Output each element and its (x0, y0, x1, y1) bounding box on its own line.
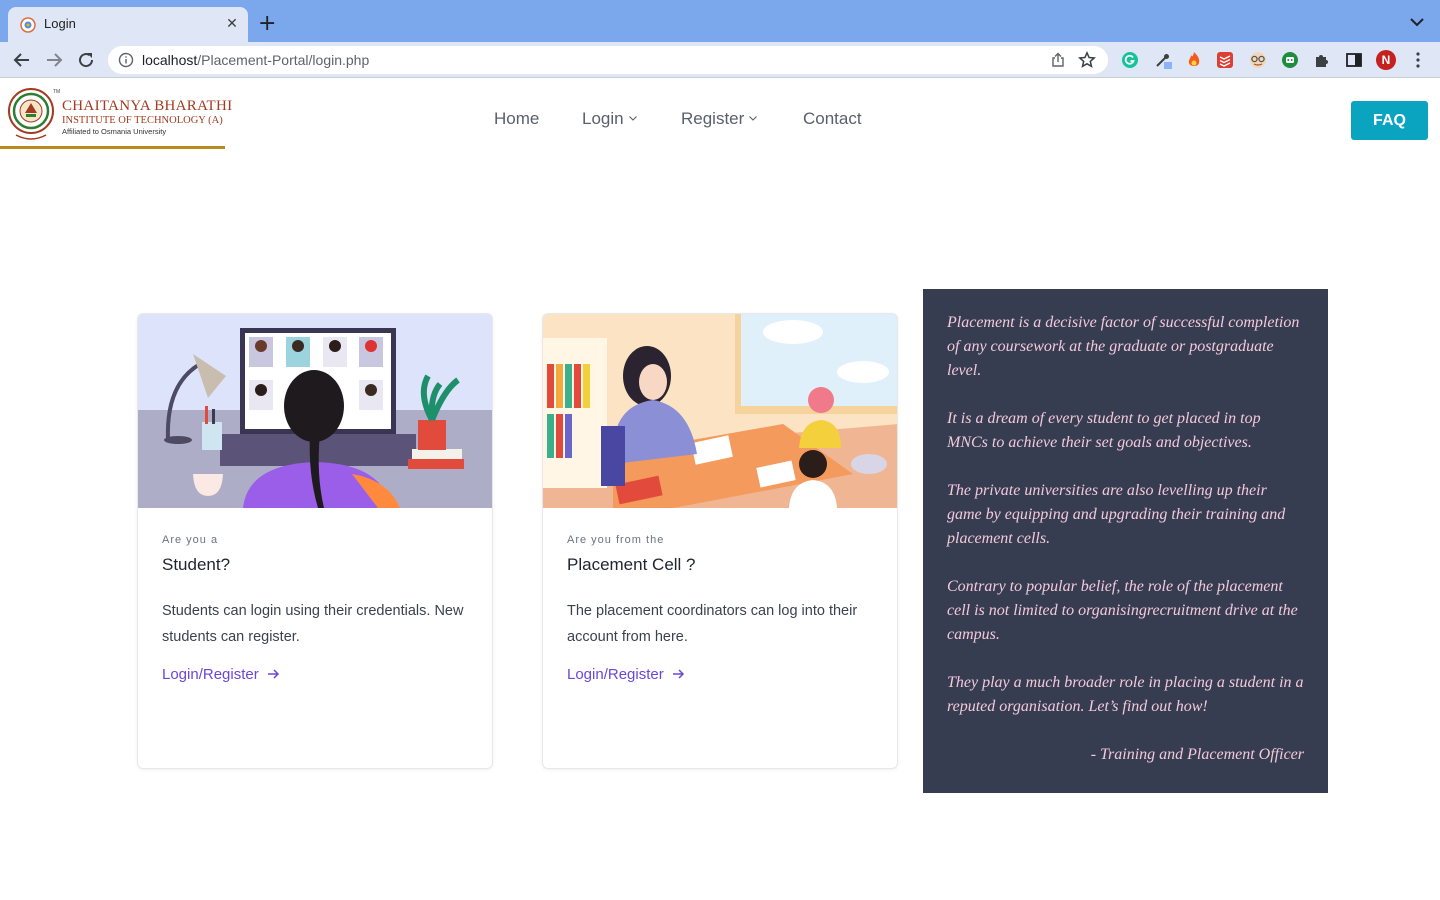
address-bar[interactable]: localhost/Placement-Portal/login.php (108, 46, 1108, 74)
logo-affiliation: Affiliated to Osmania University (62, 127, 167, 136)
eyedropper-extension-icon[interactable] (1154, 51, 1172, 69)
quote-paragraph: It is a dream of every student to get pl… (947, 410, 1261, 451)
share-icon[interactable] (1050, 52, 1066, 68)
nav-home[interactable]: Home (494, 109, 539, 129)
back-arrow-icon[interactable] (12, 50, 32, 70)
card-description: Students can login using their credentia… (162, 603, 464, 645)
nav-register-label: Register (681, 109, 745, 128)
profile-avatar[interactable]: N (1376, 50, 1396, 70)
nav-contact[interactable]: Contact (803, 109, 862, 129)
browser-toolbar: localhost/Placement-Portal/login.php N (0, 42, 1440, 78)
nav-register[interactable]: Register (681, 109, 758, 129)
url-path: /Placement-Portal/login.php (197, 52, 370, 68)
extensions-puzzle-icon[interactable] (1313, 51, 1331, 69)
logo-trademark: TM (53, 89, 61, 95)
card-eyebrow: Are you a (162, 534, 219, 546)
arrow-right-icon (267, 669, 279, 679)
browser-tab-strip: Login ✕ + (0, 0, 1440, 42)
browser-menu-icon[interactable] (1410, 51, 1426, 69)
card-description: The placement coordinators can log into … (567, 603, 858, 645)
card-eyebrow: Are you from the (567, 534, 665, 546)
card-title: Student? (162, 555, 231, 574)
site-header: TM CHAITANYA BHARATHI INSTITUTE OF TECHN… (0, 79, 1440, 151)
card-link-label: Login/Register (567, 666, 664, 683)
site-info-icon[interactable] (118, 52, 134, 68)
card-title: Placement Cell ? (567, 555, 696, 574)
quote-signature: - Training and Placement Officer (1090, 746, 1304, 763)
quote-paragraph: Contrary to popular belief, the role of … (947, 578, 1298, 643)
placement-login-register-link[interactable]: Login/Register (567, 666, 685, 683)
faq-button[interactable]: FAQ (1351, 101, 1428, 140)
placement-cell-illustration (543, 314, 897, 508)
chevron-down-icon (749, 115, 758, 121)
nav-login[interactable]: Login (582, 109, 637, 129)
tab-search-chevron-icon[interactable] (1408, 14, 1426, 30)
site-favicon-icon (20, 17, 36, 33)
student-card: Are you a Student? Students can login us… (137, 313, 493, 769)
nav-login-label: Login (582, 109, 624, 128)
arrow-right-icon (672, 669, 684, 679)
college-logo[interactable]: TM CHAITANYA BHARATHI INSTITUTE OF TECHN… (0, 79, 232, 149)
browser-tab[interactable]: Login ✕ (8, 7, 248, 42)
tab-close-icon[interactable]: ✕ (224, 15, 240, 33)
student-login-register-link[interactable]: Login/Register (162, 666, 280, 683)
todoist-extension-icon[interactable] (1216, 51, 1234, 69)
college-seal-icon (8, 88, 54, 140)
placement-cell-card: Are you from the Placement Cell ? The pl… (542, 313, 898, 769)
reload-icon[interactable] (76, 50, 96, 70)
bookmark-star-icon[interactable] (1078, 51, 1096, 69)
glasses-extension-icon[interactable] (1249, 51, 1267, 69)
card-link-label: Login/Register (162, 666, 259, 683)
logo-subtitle: INSTITUTE OF TECHNOLOGY (A) (62, 115, 223, 126)
placement-quote-panel: Placement is a decisive factor of succes… (923, 289, 1328, 793)
quote-paragraph: Placement is a decisive factor of succes… (947, 314, 1300, 379)
logo-title: CHAITANYA BHARATHI (62, 98, 233, 114)
forward-arrow-icon[interactable] (44, 50, 64, 70)
tab-title: Login (44, 16, 76, 31)
fire-extension-icon[interactable] (1185, 51, 1203, 69)
quote-paragraph: They play a much broader role in placing… (947, 674, 1304, 715)
robot-extension-icon[interactable] (1281, 51, 1299, 69)
side-panel-icon[interactable] (1345, 51, 1363, 69)
quote-paragraph: The private universities are also levell… (947, 482, 1286, 547)
student-illustration (138, 314, 492, 508)
url-text: localhost/Placement-Portal/login.php (142, 52, 369, 68)
url-host: localhost (142, 52, 198, 68)
chevron-down-icon (628, 115, 637, 121)
grammarly-extension-icon[interactable] (1121, 51, 1139, 69)
new-tab-button[interactable]: + (258, 13, 276, 35)
